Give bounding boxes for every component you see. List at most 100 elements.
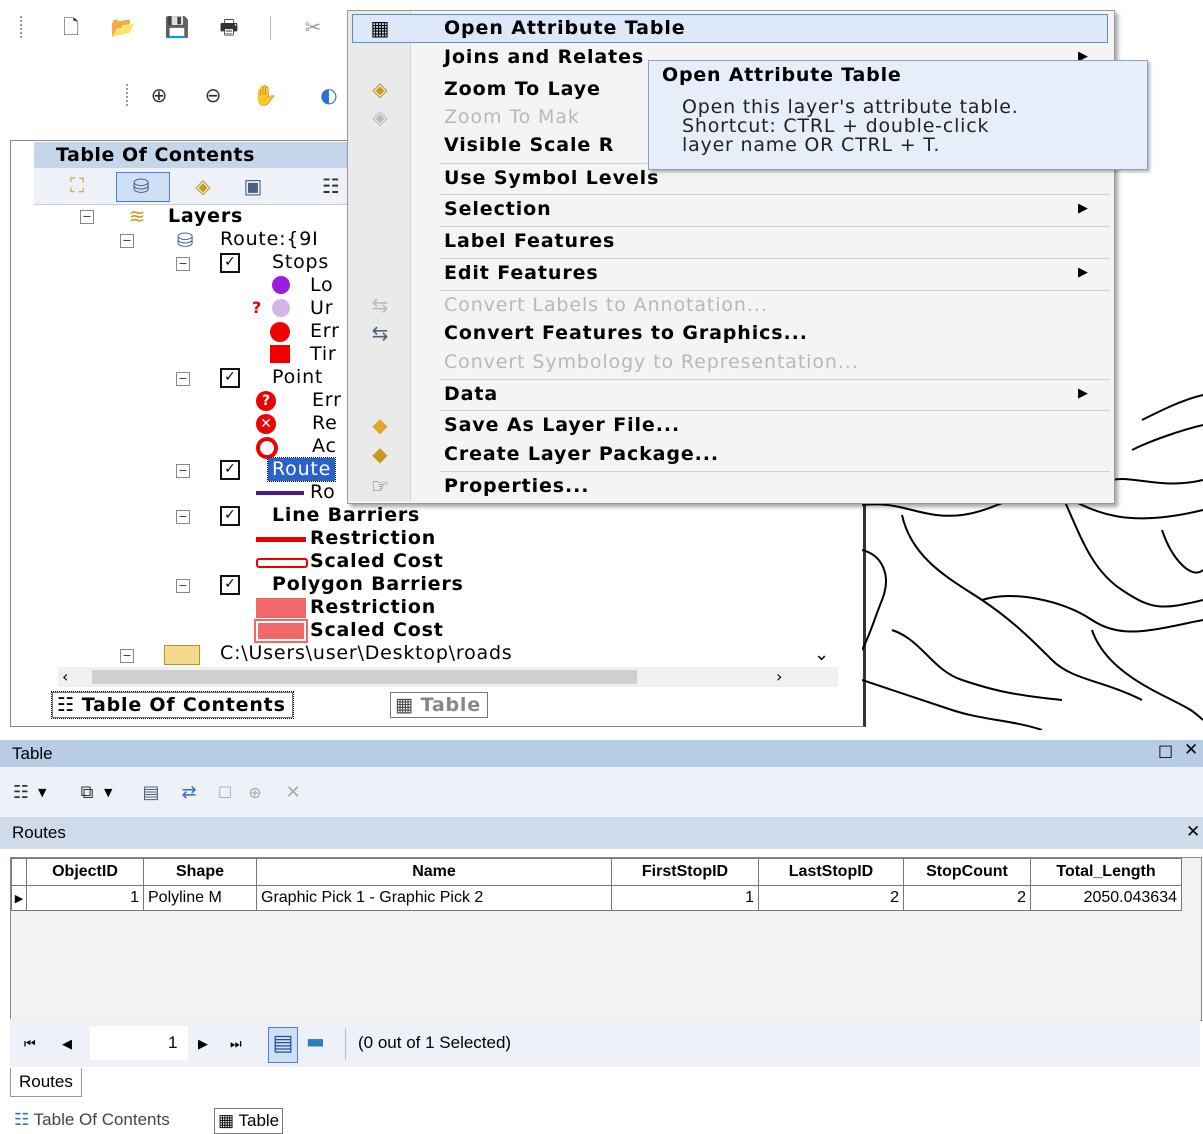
cell-objectid[interactable]: 1: [26, 885, 144, 911]
cut-icon[interactable]: ✂: [300, 16, 326, 38]
menu-separator: [440, 379, 1110, 380]
table-options-icon[interactable]: ☷: [8, 782, 34, 804]
menu-item-edit-features[interactable]: Edit Features: [444, 261, 599, 285]
routes-group-label-selected[interactable]: Route: [266, 457, 337, 482]
polygon-barriers-collapse-toggle[interactable]: −: [176, 579, 190, 593]
cell-firststopid[interactable]: 1: [611, 885, 759, 911]
line-barriers-group-label[interactable]: Line Barriers: [272, 504, 420, 527]
close-icon[interactable]: ✕: [1184, 740, 1198, 760]
menu-item-selection[interactable]: Selection: [444, 197, 552, 221]
globe-icon[interactable]: ◐: [316, 84, 342, 106]
point-legend-error: Err: [312, 389, 342, 411]
column-header-firststopid[interactable]: FirstStopID: [611, 858, 759, 886]
close-table-icon[interactable]: ✕: [1186, 822, 1200, 842]
column-header-total-length[interactable]: Total_Length: [1030, 858, 1182, 886]
menu-item-open-attribute-table[interactable]: Open Attribute Table: [444, 16, 686, 40]
layers-label[interactable]: Layers: [168, 205, 243, 228]
column-header-laststopid[interactable]: LastStopID: [758, 858, 904, 886]
menu-item-create-layer-package[interactable]: Create Layer Package...: [444, 442, 719, 466]
menu-item-zoom-to-layer[interactable]: Zoom To Laye: [444, 77, 601, 101]
menu-item-joins-and-relates[interactable]: Joins and Relates: [444, 45, 644, 69]
menu-item-save-as-layer-file[interactable]: Save As Layer File...: [444, 413, 680, 437]
stops-group-label[interactable]: Stops: [272, 251, 329, 274]
previous-record-icon[interactable]: ◀: [62, 1032, 72, 1056]
point-barriers-group-label[interactable]: Point: [272, 366, 323, 389]
convert-features-icon: ⇆: [371, 321, 389, 345]
polygon-barriers-group-label[interactable]: Polygon Barriers: [272, 573, 464, 596]
next-record-icon[interactable]: ▶: [198, 1032, 208, 1056]
column-header-shape[interactable]: Shape: [143, 858, 257, 886]
related-tables-icon[interactable]: ⧉: [74, 782, 100, 804]
polygon-barriers-visibility-checkbox[interactable]: ✓: [220, 575, 240, 595]
toc-tab-table[interactable]: ▦ Table: [390, 692, 488, 718]
menu-item-convert-symbology-to-representation: Convert Symbology to Representation...: [444, 351, 859, 373]
cell-laststopid[interactable]: 2: [758, 885, 904, 911]
barrier-restriction-icon: ✕: [256, 414, 276, 434]
dock-tab-table[interactable]: ▦ Table: [214, 1108, 284, 1134]
menu-item-convert-features-to-graphics[interactable]: Convert Features to Graphics...: [444, 321, 808, 345]
cell-name[interactable]: Graphic Pick 1 - Graphic Pick 2: [256, 885, 612, 911]
list-by-drawing-order-icon[interactable]: ⛶: [64, 174, 90, 196]
zoom-to-selected-icon[interactable]: ⊕: [242, 782, 268, 804]
column-header-objectid[interactable]: ObjectID: [26, 858, 144, 886]
cell-total-length[interactable]: 2050.043634: [1030, 885, 1182, 911]
point-barriers-collapse-toggle[interactable]: −: [176, 372, 190, 386]
routes-visibility-checkbox[interactable]: ✓: [220, 460, 240, 480]
folder-path-label[interactable]: C:\Users\user\Desktop\roads: [220, 642, 513, 665]
table-row[interactable]: ▶ 1 Polyline M Graphic Pick 1 - Graphic …: [11, 885, 1182, 911]
new-document-icon[interactable]: 🗋: [58, 16, 84, 38]
toc-tab-table-of-contents[interactable]: ☷ Table Of Contents: [51, 691, 294, 719]
maximize-icon[interactable]: □: [1158, 741, 1173, 760]
menu-item-label-features[interactable]: Label Features: [444, 229, 615, 253]
list-by-selection-icon[interactable]: ▣: [240, 175, 266, 197]
menu-item-visible-scale-range[interactable]: Visible Scale R: [444, 133, 614, 157]
pan-hand-icon[interactable]: ✋: [252, 84, 278, 106]
routes-table-tab[interactable]: Routes: [10, 1068, 82, 1097]
related-tables-dropdown-icon[interactable]: ▼: [104, 786, 112, 799]
stops-collapse-toggle[interactable]: −: [176, 257, 190, 271]
scroll-down-icon[interactable]: ⌄: [814, 644, 829, 665]
open-folder-icon[interactable]: 📂: [110, 16, 136, 38]
clear-selection-icon[interactable]: ☐: [212, 782, 238, 804]
show-all-records-button[interactable]: ▤: [268, 1027, 298, 1063]
line-barriers-visibility-checkbox[interactable]: ✓: [220, 506, 240, 526]
column-header-stopcount[interactable]: StopCount: [903, 858, 1031, 886]
select-by-attributes-icon[interactable]: ▤: [138, 782, 164, 804]
zoom-out-icon[interactable]: ⊖: [200, 84, 226, 106]
cell-shape[interactable]: Polyline M: [143, 885, 257, 911]
route-layer-collapse-toggle[interactable]: −: [120, 234, 134, 248]
menu-item-data[interactable]: Data: [444, 382, 498, 406]
record-number-value: 1: [168, 1033, 178, 1052]
last-record-icon[interactable]: ⏭: [230, 1032, 242, 1056]
table-options-dropdown-icon[interactable]: ▼: [38, 786, 46, 799]
switch-selection-icon[interactable]: ⇄: [176, 782, 202, 804]
stops-visibility-checkbox[interactable]: ✓: [220, 253, 240, 273]
options-icon[interactable]: ☷: [318, 175, 344, 197]
point-barriers-visibility-checkbox[interactable]: ✓: [220, 368, 240, 388]
routes-collapse-toggle[interactable]: −: [176, 464, 190, 478]
scroll-left-icon[interactable]: ‹: [62, 667, 68, 686]
line-barriers-collapse-toggle[interactable]: −: [176, 510, 190, 524]
scroll-right-icon[interactable]: ›: [776, 667, 782, 686]
layers-collapse-toggle[interactable]: −: [80, 210, 94, 224]
row-selector-icon[interactable]: ▶: [11, 885, 27, 911]
zoom-in-icon[interactable]: ⊕: [146, 84, 172, 106]
first-record-icon[interactable]: ⏮: [24, 1032, 36, 1056]
save-icon[interactable]: 💾: [164, 16, 190, 38]
folder-collapse-toggle[interactable]: −: [120, 649, 134, 663]
menu-item-properties[interactable]: Properties...: [444, 474, 589, 498]
menu-separator: [440, 258, 1110, 259]
delete-selected-icon[interactable]: ✕: [280, 782, 306, 804]
menu-item-zoom-to-make-visible: Zoom To Mak: [444, 106, 580, 128]
print-icon[interactable]: 🖶: [216, 16, 242, 38]
list-by-visibility-icon[interactable]: ◈: [190, 175, 216, 197]
toolbar-grip[interactable]: [20, 16, 25, 38]
show-selected-records-icon[interactable]: ▬: [306, 1029, 325, 1053]
dock-tab-table-of-contents[interactable]: ☷ Table Of Contents: [14, 1108, 170, 1132]
toc-scrollbar-thumb[interactable]: [92, 670, 637, 684]
column-header-name[interactable]: Name: [256, 858, 612, 886]
tools-toolbar-grip[interactable]: [126, 84, 131, 106]
cell-stopcount[interactable]: 2: [903, 885, 1031, 911]
menu-item-use-symbol-levels[interactable]: Use Symbol Levels: [444, 166, 659, 190]
route-layer-label[interactable]: Route:{9I: [220, 228, 319, 251]
